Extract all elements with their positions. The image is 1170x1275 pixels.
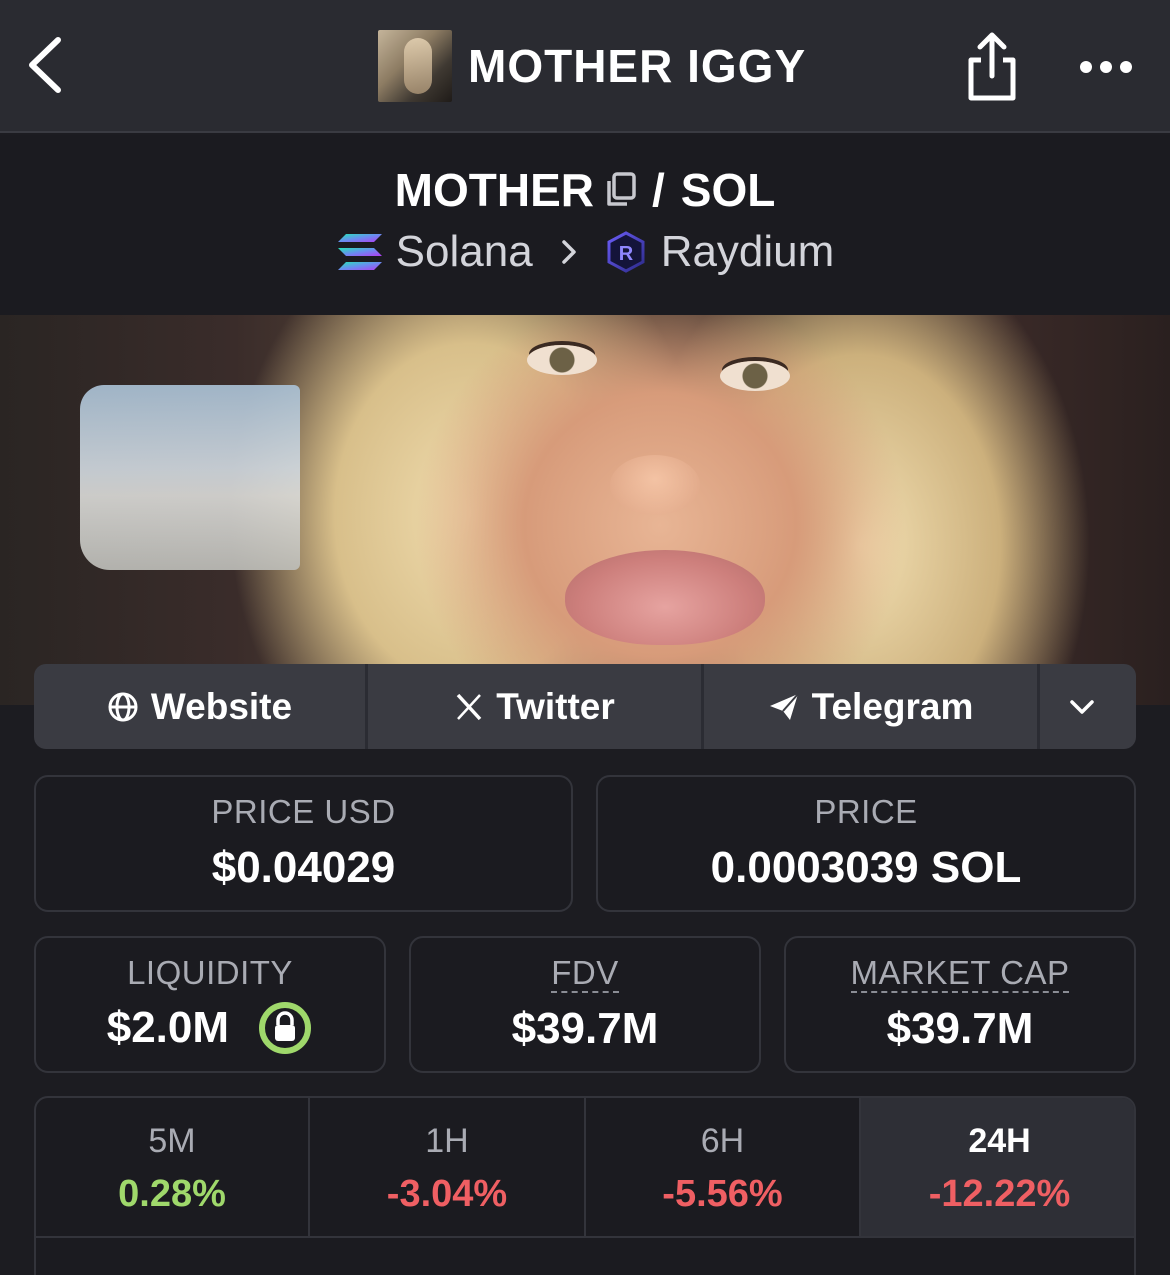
price-usd-value: $0.04029 — [211, 843, 396, 892]
telegram-icon — [769, 692, 799, 720]
quote-token-symbol: SOL — [680, 164, 776, 216]
tab-6h[interactable]: 6H -5.56% — [586, 1098, 861, 1238]
more-options-button[interactable] — [1076, 52, 1136, 82]
copy-icon[interactable] — [604, 171, 638, 209]
chain-breadcrumb: Solana R Raydium — [0, 227, 1170, 277]
svg-text:R: R — [618, 243, 633, 265]
tab-24h-label: 24H — [968, 1122, 1031, 1160]
price-change-tabs: 5M 0.28% 1H -3.04% 6H -5.56% 24H -12.22% — [34, 1096, 1136, 1275]
pair-name: MOTHER / SOL — [0, 163, 1170, 217]
liquidity-label: LIQUIDITY — [127, 954, 293, 991]
twitter-link[interactable]: Twitter — [368, 664, 704, 749]
top-app-bar: MOTHER IGGY — [0, 0, 1170, 133]
solana-icon — [337, 234, 382, 270]
token-banner-image — [0, 315, 1170, 705]
tab-24h[interactable]: 24H -12.22% — [861, 1098, 1134, 1238]
market-cap-value: $39.7M — [886, 1004, 1034, 1053]
liquidity-row: $2.0M — [36, 1000, 384, 1056]
market-cap-card[interactable]: MARKET CAP $39.7M — [784, 936, 1136, 1073]
telegram-label: Telegram — [811, 685, 974, 727]
share-button[interactable] — [963, 30, 1021, 104]
website-link[interactable]: Website — [34, 664, 368, 749]
dex-name[interactable]: Raydium — [661, 227, 835, 277]
tab-1h-label: 1H — [425, 1122, 469, 1160]
fdv-label: FDV — [551, 954, 619, 993]
more-links-button[interactable] — [1040, 664, 1136, 749]
token-title-group: MOTHER IGGY — [378, 30, 806, 102]
tab-5m[interactable]: 5M 0.28% — [36, 1098, 310, 1238]
banner-car-window — [80, 385, 300, 570]
price-sol-card: PRICE 0.0003039 SOL — [596, 775, 1136, 912]
price-sol-label: PRICE — [814, 793, 918, 830]
chevron-right-icon — [561, 240, 576, 264]
more-icon — [1080, 61, 1132, 73]
market-cap-label: MARKET CAP — [850, 954, 1070, 993]
chevron-down-icon — [1070, 699, 1094, 714]
website-label: Website — [150, 685, 293, 727]
chain-name[interactable]: Solana — [396, 227, 533, 277]
tab-5m-label: 5M — [148, 1122, 196, 1160]
tab-6h-label: 6H — [700, 1122, 745, 1160]
token-avatar — [378, 30, 452, 102]
page-title: MOTHER IGGY — [468, 40, 807, 92]
tab-5m-value: 0.28% — [118, 1173, 226, 1215]
lock-icon[interactable] — [257, 1000, 313, 1056]
social-links-bar: Website Twitter Telegram — [34, 664, 1136, 749]
twitter-label: Twitter — [496, 685, 615, 727]
tab-24h-value: -12.22% — [928, 1173, 1071, 1215]
base-token-symbol: MOTHER — [394, 164, 594, 216]
price-sol-value: 0.0003039 SOL — [710, 843, 1022, 892]
tab-1h-value: -3.04% — [386, 1173, 508, 1215]
telegram-link[interactable]: Telegram — [704, 664, 1040, 749]
raydium-icon: R — [607, 231, 645, 273]
tab-6h-value: -5.56% — [662, 1173, 783, 1215]
back-arrow-icon — [29, 37, 61, 93]
globe-icon — [108, 692, 138, 721]
tab-1h[interactable]: 1H -3.04% — [310, 1098, 586, 1238]
banner-lips — [565, 550, 765, 645]
back-button[interactable] — [22, 30, 72, 100]
banner-nose — [610, 455, 700, 515]
pair-separator: / — [651, 164, 665, 216]
liquidity-value: $2.0M — [106, 1003, 230, 1052]
liquidity-card: LIQUIDITY $2.0M — [34, 936, 386, 1073]
fdv-value: $39.7M — [511, 1004, 659, 1053]
share-icon — [968, 32, 1016, 101]
price-usd-label: PRICE USD — [211, 793, 396, 830]
price-usd-card: PRICE USD $0.04029 — [34, 775, 573, 912]
fdv-card[interactable]: FDV $39.7M — [409, 936, 761, 1073]
pair-header: MOTHER / SOL Solana R Raydium — [0, 135, 1170, 315]
x-icon — [456, 693, 482, 720]
banner-eye-left — [527, 345, 597, 375]
banner-eye-right — [720, 361, 790, 391]
